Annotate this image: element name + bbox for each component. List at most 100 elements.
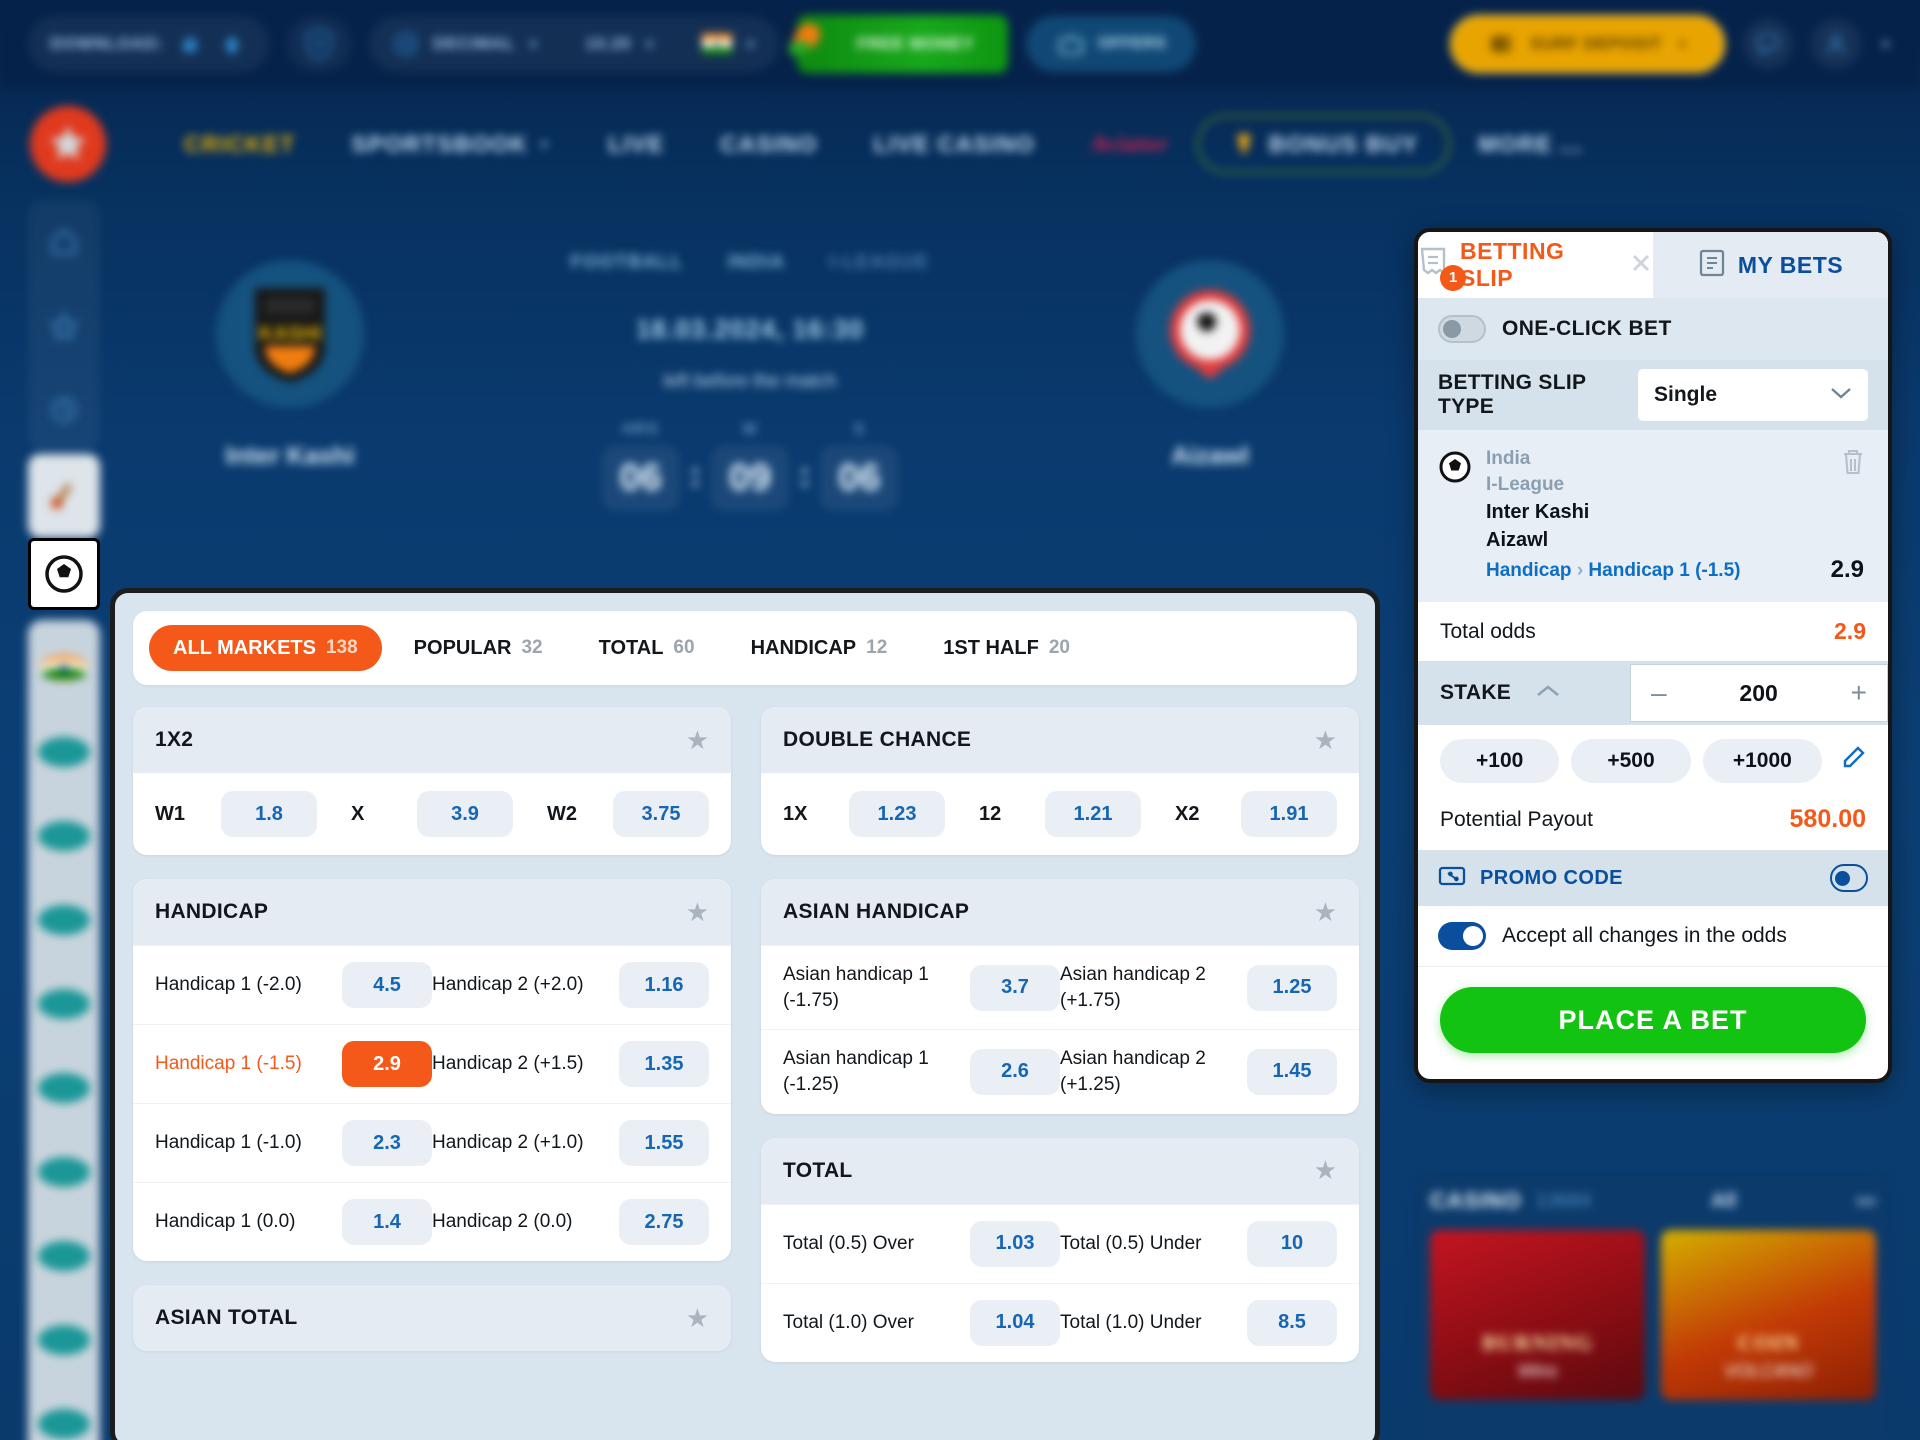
- sidebar-item-favorites[interactable]: [28, 284, 100, 368]
- breadcrumb-sport[interactable]: FOOTBALL: [570, 252, 683, 274]
- site-logo[interactable]: [30, 106, 106, 182]
- one-click-bet-toggle[interactable]: [1438, 315, 1486, 343]
- odd-button[interactable]: 1.4: [342, 1199, 432, 1245]
- quick-stake-1000[interactable]: +1000: [1702, 739, 1822, 784]
- deposit-button[interactable]: SURF DEPOSIT ▼: [1450, 15, 1726, 73]
- offers-button[interactable]: OFFERS: [1026, 16, 1197, 72]
- breadcrumb-league[interactable]: I-LEAGUE: [829, 252, 929, 274]
- tab-handicap[interactable]: HANDICAP 12: [727, 625, 912, 671]
- odd-button[interactable]: 10: [1247, 1220, 1337, 1267]
- tab-total[interactable]: TOTAL 60: [575, 625, 719, 671]
- sidebar-item-football[interactable]: [28, 538, 100, 610]
- nav-item-casino[interactable]: CASINO: [692, 131, 845, 158]
- odd-button[interactable]: 1.45: [1247, 1048, 1337, 1095]
- nav-item-live-casino[interactable]: LIVE CASINO: [846, 131, 1063, 158]
- nav-item-aviator[interactable]: Aviator: [1063, 131, 1197, 157]
- odd-button[interactable]: 8.5: [1247, 1299, 1337, 1346]
- odd-button[interactable]: 2.75: [619, 1199, 709, 1245]
- sidebar-item-sport[interactable]: [28, 1130, 100, 1214]
- delete-selection-icon[interactable]: [1840, 448, 1866, 483]
- sidebar-item-sport[interactable]: [28, 710, 100, 794]
- odd-button[interactable]: 1.23: [849, 791, 945, 837]
- apple-icon[interactable]: [217, 29, 247, 59]
- nav-item-cricket[interactable]: CRICKET: [156, 131, 323, 158]
- sidebar-item-sport[interactable]: [28, 794, 100, 878]
- sidebar-item-india[interactable]: [28, 626, 100, 710]
- sidebar-item-sport[interactable]: [28, 1046, 100, 1130]
- odd-button[interactable]: 2.3: [342, 1120, 432, 1166]
- breadcrumb-country[interactable]: INDIA: [727, 252, 785, 274]
- tab-betting-slip[interactable]: 1 BETTING SLIP: [1418, 232, 1653, 298]
- offers-label: OFFERS: [1098, 35, 1167, 52]
- chevron-right-icon[interactable]: ›››: [1856, 1190, 1876, 1213]
- pencil-icon[interactable]: [1834, 745, 1866, 778]
- promo-code-toggle[interactable]: [1830, 864, 1868, 893]
- sidebar-item-home[interactable]: [28, 200, 100, 284]
- nav-item-sportsbook[interactable]: SPORTSBOOK ▼: [323, 131, 580, 158]
- odd-button[interactable]: 1.25: [1247, 964, 1337, 1011]
- tab-my-bets[interactable]: MY BETS: [1653, 232, 1888, 298]
- shield-check-icon[interactable]: [287, 16, 352, 72]
- total-odds-row: Total odds 2.9: [1418, 602, 1888, 661]
- star-icon[interactable]: ★: [1314, 1155, 1337, 1186]
- slip-type-select[interactable]: Single: [1638, 369, 1868, 421]
- stake-increment-button[interactable]: +: [1851, 677, 1867, 709]
- odd-button[interactable]: 3.7: [970, 964, 1060, 1011]
- star-icon[interactable]: ★: [686, 1303, 709, 1334]
- casino-tile[interactable]: BURNING Wins: [1430, 1230, 1645, 1400]
- tab-all-markets[interactable]: ALL MARKETS 138: [149, 625, 382, 671]
- odd-button[interactable]: 1.8: [221, 791, 317, 837]
- tab-1st-half[interactable]: 1ST HALF 20: [919, 625, 1094, 671]
- odd-button[interactable]: 1.35: [619, 1041, 709, 1087]
- accept-odds-row[interactable]: Accept all changes in the odds: [1418, 906, 1888, 968]
- chevron-up-icon[interactable]: [1535, 683, 1561, 704]
- stake-input[interactable]: 200: [1739, 680, 1777, 707]
- casino-all-link[interactable]: All: [1711, 1190, 1737, 1213]
- star-icon[interactable]: ★: [1314, 725, 1337, 756]
- one-click-bet-row[interactable]: ONE-CLICK BET: [1418, 298, 1888, 360]
- market-card-handicap: HANDICAP ★ Handicap 1 (-2.0) 4.5 Handica…: [133, 879, 731, 1261]
- promo-code-row[interactable]: PROMO CODE: [1418, 850, 1888, 907]
- odd-button[interactable]: 3.9: [417, 791, 513, 837]
- stake-stepper[interactable]: – 200 +: [1630, 664, 1888, 723]
- download-group[interactable]: DOWNLOAD:: [28, 16, 270, 72]
- star-icon[interactable]: ★: [686, 897, 709, 928]
- star-icon[interactable]: ★: [1314, 897, 1337, 928]
- odd-button[interactable]: 4.5: [342, 962, 432, 1008]
- odd-button[interactable]: 1.21: [1045, 791, 1141, 837]
- chat-icon[interactable]: [1743, 19, 1794, 69]
- free-money-button[interactable]: FREE MONEY: [788, 15, 1009, 73]
- place-bet-button[interactable]: PLACE A BET: [1440, 987, 1866, 1054]
- odd-button[interactable]: 1.16: [619, 962, 709, 1008]
- sidebar-item-sport[interactable]: [28, 1298, 100, 1382]
- accept-odds-toggle[interactable]: [1438, 922, 1486, 951]
- odd-button[interactable]: 2.6: [970, 1048, 1060, 1095]
- nav-item-bonus-buy[interactable]: BONUS BUY: [1196, 115, 1451, 173]
- odd-button[interactable]: 3.75: [613, 791, 709, 837]
- quick-stake-100[interactable]: +100: [1440, 739, 1560, 784]
- stake-decrement-button[interactable]: –: [1651, 677, 1667, 709]
- odds-format-selector[interactable]: DECIMAL ▼ 10.20 ▼ ▼: [369, 16, 779, 72]
- tab-popular[interactable]: POPULAR 32: [390, 625, 567, 671]
- star-icon[interactable]: ★: [686, 725, 709, 756]
- odd-button[interactable]: 1.03: [970, 1220, 1060, 1267]
- quick-stake-500[interactable]: +500: [1571, 739, 1691, 784]
- nav-label: LIVE: [608, 130, 665, 157]
- odd-button[interactable]: 1.04: [970, 1299, 1060, 1346]
- sidebar-item-sport[interactable]: [28, 1382, 100, 1440]
- account-icon[interactable]: [1811, 19, 1862, 69]
- sidebar-item-sport[interactable]: [28, 1214, 100, 1298]
- android-icon[interactable]: [175, 29, 205, 59]
- sidebar-item-cricket[interactable]: [28, 454, 100, 538]
- sidebar-item-sport[interactable]: [28, 878, 100, 962]
- casino-tile[interactable]: COIN VOLCANO: [1661, 1230, 1876, 1400]
- close-icon[interactable]: [1629, 251, 1653, 280]
- odd-button[interactable]: 1.55: [619, 1120, 709, 1166]
- india-flag-icon[interactable]: [701, 29, 732, 59]
- nav-item-live[interactable]: LIVE: [580, 131, 692, 158]
- nav-item-more[interactable]: MORE ...: [1450, 131, 1611, 158]
- sidebar-item-sport[interactable]: [28, 962, 100, 1046]
- sidebar-item-recent[interactable]: [28, 368, 100, 452]
- odd-button[interactable]: 1.91: [1241, 791, 1337, 837]
- odd-button-selected[interactable]: 2.9: [342, 1041, 432, 1087]
